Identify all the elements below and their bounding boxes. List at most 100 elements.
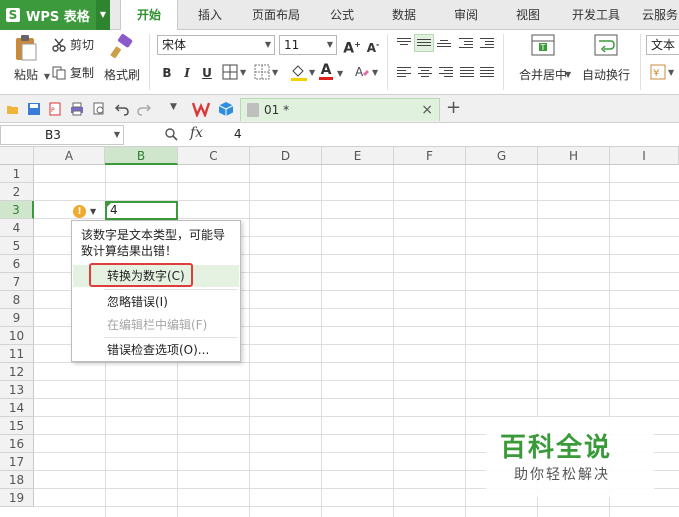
chevron-down-icon[interactable]: ▼ — [114, 126, 120, 144]
row-header[interactable]: 16 — [0, 435, 34, 453]
font-name-select[interactable]: 宋体 ▼ — [157, 35, 275, 55]
clear-format-button[interactable]: A ▼ — [354, 64, 378, 80]
chevron-down-icon[interactable]: ▼ — [44, 72, 50, 81]
brush-icon — [110, 34, 133, 59]
grid-line — [34, 398, 679, 399]
column-header[interactable]: G — [466, 147, 538, 165]
italic-button[interactable]: I — [178, 64, 196, 82]
print-preview-icon[interactable] — [92, 102, 106, 116]
row-header[interactable]: 5 — [0, 237, 34, 255]
chevron-down-icon[interactable]: ▼ — [170, 102, 177, 112]
zoom-icon[interactable] — [164, 127, 178, 141]
name-box[interactable]: B3 ▼ — [0, 125, 124, 145]
row-header[interactable]: 8 — [0, 291, 34, 309]
tab-formulas[interactable]: 公式 — [318, 0, 366, 30]
app-menu-button[interactable]: S WPS 表格 ▼ — [0, 0, 110, 30]
increase-font-icon[interactable]: A+ — [342, 36, 362, 57]
column-header[interactable]: C — [178, 147, 250, 165]
close-icon[interactable]: × — [421, 102, 433, 118]
wrap-text-icon — [594, 34, 618, 56]
tab-view[interactable]: 视图 — [504, 0, 552, 30]
wps-w-logo-icon[interactable] — [192, 101, 210, 117]
indent-increase-icon[interactable] — [480, 38, 494, 50]
copy-icon — [52, 66, 66, 79]
align-center-icon[interactable] — [418, 67, 432, 79]
redo-icon[interactable] — [137, 102, 151, 116]
row-header[interactable]: 10 — [0, 327, 34, 345]
function-icon[interactable]: fx — [190, 125, 203, 141]
distributed-align-icon[interactable] — [480, 67, 494, 79]
new-tab-button[interactable]: + — [446, 98, 461, 118]
format-painter-button[interactable]: 格式刷 — [104, 34, 140, 92]
row-header[interactable]: 13 — [0, 381, 34, 399]
tab-review[interactable]: 审阅 — [442, 0, 490, 30]
font-size-select[interactable]: 11 ▼ — [279, 35, 337, 55]
save-icon[interactable] — [27, 102, 41, 116]
column-header[interactable]: A — [34, 147, 105, 165]
tab-developer[interactable]: 开发工具 — [564, 0, 628, 30]
chevron-down-icon[interactable]: ▼ — [565, 70, 571, 79]
column-header[interactable]: I — [610, 147, 679, 165]
copy-button[interactable]: 复制 — [52, 64, 94, 81]
fill-pattern-button[interactable]: ▼ — [254, 64, 278, 80]
align-left-icon[interactable] — [397, 67, 411, 79]
row-header[interactable]: 4 — [0, 219, 34, 237]
print-icon[interactable] — [70, 102, 84, 116]
row-header[interactable]: 12 — [0, 363, 34, 381]
row-header[interactable]: 3 — [0, 201, 34, 219]
borders-button[interactable]: ▼ — [222, 64, 246, 80]
chevron-down-icon[interactable]: ▼ — [96, 0, 110, 30]
document-tab[interactable]: 01 * × — [240, 98, 440, 121]
font-color-button[interactable]: A — [319, 63, 333, 80]
row-header[interactable]: 2 — [0, 183, 34, 201]
row-header[interactable]: 7 — [0, 273, 34, 291]
tab-home[interactable]: 开始 — [120, 0, 178, 31]
chevron-down-icon[interactable]: ▼ — [337, 69, 343, 78]
undo-icon[interactable] — [115, 102, 129, 116]
indent-decrease-icon[interactable] — [459, 38, 473, 50]
row-header[interactable]: 18 — [0, 471, 34, 489]
conditional-format-button[interactable]: ¥ ▼ — [650, 64, 674, 80]
tab-page-layout[interactable]: 页面布局 — [244, 0, 308, 30]
row-header[interactable]: 19 — [0, 489, 34, 507]
tab-cloud[interactable]: 云服务 — [636, 0, 679, 30]
menu-item-edit-in-formula-bar: 在编辑栏中编辑(F) — [107, 318, 208, 332]
align-top-icon[interactable] — [397, 38, 411, 50]
number-format-select[interactable]: 文本 — [646, 35, 679, 55]
column-header[interactable]: F — [394, 147, 466, 165]
active-cell-b3[interactable]: 4 — [105, 201, 178, 220]
merge-center-button[interactable]: T 合并居中 — [512, 34, 574, 90]
column-header[interactable]: B — [105, 147, 178, 165]
row-header[interactable]: 11 — [0, 345, 34, 363]
wrap-text-button[interactable]: 自动换行 — [578, 34, 634, 90]
row-header[interactable]: 6 — [0, 255, 34, 273]
cut-button[interactable]: 剪切 — [52, 36, 94, 53]
menu-item-ignore-error[interactable]: 忽略错误(I) — [73, 291, 239, 313]
row-header[interactable]: 14 — [0, 399, 34, 417]
bold-button[interactable]: B — [158, 64, 176, 82]
export-pdf-icon[interactable]: P — [48, 102, 62, 116]
column-header[interactable]: D — [250, 147, 322, 165]
tab-data[interactable]: 数据 — [380, 0, 428, 30]
tab-insert[interactable]: 插入 — [186, 0, 234, 30]
align-bottom-icon[interactable] — [437, 40, 451, 52]
column-header[interactable]: E — [322, 147, 394, 165]
select-all-corner[interactable] — [0, 147, 34, 165]
decrease-font-icon[interactable]: A- — [363, 36, 383, 55]
align-middle-icon — [417, 39, 431, 51]
error-check-button[interactable]: ! ▼ — [73, 202, 103, 220]
row-header[interactable]: 9 — [0, 309, 34, 327]
column-header[interactable]: H — [538, 147, 610, 165]
formula-input[interactable]: 4 — [234, 127, 242, 141]
row-header[interactable]: 1 — [0, 165, 34, 183]
align-justify-icon[interactable] — [460, 67, 474, 79]
fill-color-button[interactable]: ▼ — [290, 63, 315, 81]
cube-icon[interactable] — [218, 101, 234, 117]
row-header[interactable]: 15 — [0, 417, 34, 435]
underline-button[interactable]: U — [198, 64, 216, 82]
paste-button[interactable]: 粘贴 ▼ — [8, 34, 50, 92]
menu-item-error-check-options[interactable]: 错误检查选项(O)... — [73, 339, 239, 361]
align-right-icon[interactable] — [439, 67, 453, 79]
open-folder-icon[interactable] — [6, 102, 20, 116]
row-header[interactable]: 17 — [0, 453, 34, 471]
